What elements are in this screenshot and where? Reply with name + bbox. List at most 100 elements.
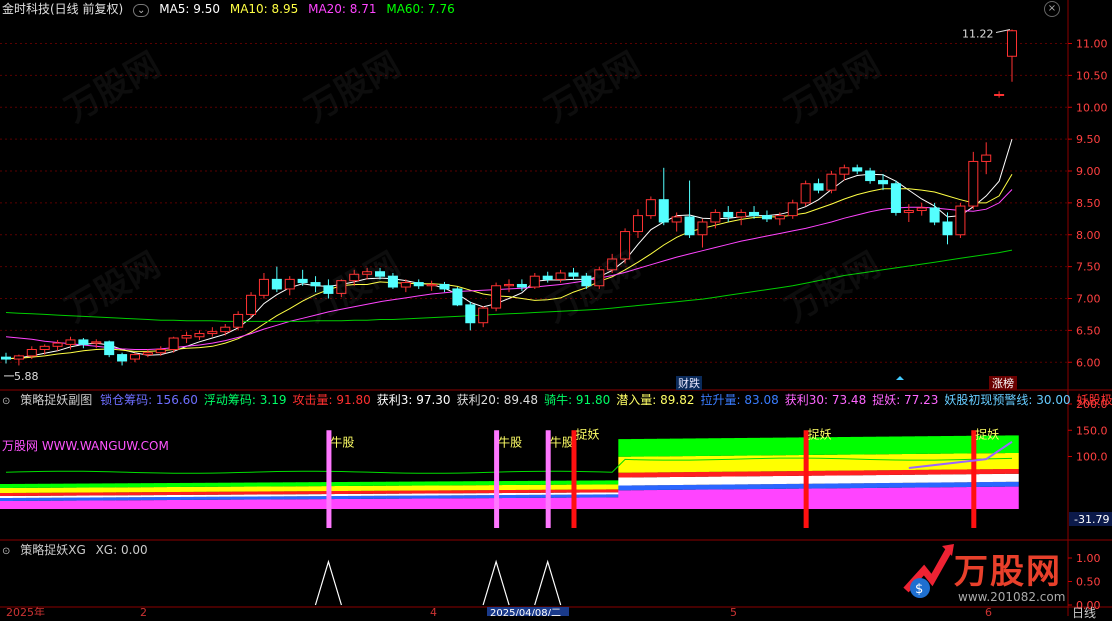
sub1-band xyxy=(63,483,78,488)
candle xyxy=(491,282,502,312)
sub1-band xyxy=(927,474,942,483)
period-label[interactable]: 日线 xyxy=(1072,604,1096,621)
candle-body xyxy=(1006,30,1018,57)
sub1-band xyxy=(682,476,697,485)
candle-body xyxy=(865,170,876,182)
y-tick-label: 6.00 xyxy=(1076,356,1101,369)
sub1-band xyxy=(399,498,413,509)
sub1-indicator-value: 浮动筹码: 3.19 xyxy=(203,393,287,407)
sub1-band xyxy=(528,484,542,490)
sub1-band xyxy=(695,484,710,490)
sub1-band xyxy=(644,438,658,457)
sub1-band xyxy=(811,470,826,476)
sub1-band xyxy=(553,484,568,490)
sub1-band xyxy=(373,490,387,494)
candle xyxy=(852,164,863,175)
sub1-band xyxy=(463,485,478,491)
sub1-band xyxy=(940,482,955,488)
sub1-band xyxy=(347,495,361,499)
sub2-title[interactable]: 策略捉妖XG xyxy=(20,543,86,557)
sub1-band xyxy=(128,497,142,501)
sub1-band xyxy=(128,495,142,498)
sub1-band xyxy=(773,476,787,485)
sub1-band xyxy=(579,489,594,493)
yao-label: 捉妖 xyxy=(575,426,599,441)
candle xyxy=(645,196,656,219)
candle xyxy=(1006,29,1018,82)
stock-title[interactable]: 金时科技(日线 前复权) xyxy=(2,2,123,16)
zhangbang-marker: 涨榜 xyxy=(992,376,1014,390)
chevron-down-icon[interactable]: ⌄ xyxy=(133,4,150,17)
candle xyxy=(929,202,940,226)
sub1-band xyxy=(244,486,258,492)
close-icon[interactable]: × xyxy=(1044,1,1060,17)
candle-body xyxy=(465,304,476,324)
sub1-band xyxy=(0,493,13,496)
candle-body xyxy=(594,269,605,287)
sub1-band xyxy=(708,484,723,490)
candle-body xyxy=(297,278,308,284)
candle xyxy=(349,269,360,286)
sub1-band xyxy=(721,489,736,509)
sub1-band xyxy=(89,500,104,509)
sub1-band xyxy=(1005,486,1019,509)
candle xyxy=(658,167,669,226)
candle xyxy=(607,253,618,273)
sub1-band xyxy=(437,495,452,499)
indicator-chevron-icon[interactable]: ⊙ xyxy=(2,396,10,407)
candle-body xyxy=(929,207,940,223)
candle xyxy=(375,267,386,280)
sub1-band xyxy=(450,490,465,494)
sub1-band xyxy=(721,438,736,456)
sub1-band xyxy=(515,484,529,490)
chart-canvas[interactable]: 6.00 6.50 7.00 7.50 8.00 8.50 9.00 9.50 10.00 10.… xyxy=(0,0,1112,616)
sub1-band xyxy=(811,454,826,471)
sub1-band xyxy=(154,495,168,498)
indicator-chevron-icon[interactable]: ⊙ xyxy=(2,546,10,557)
sub1-band xyxy=(128,487,142,493)
candle-body xyxy=(387,275,398,288)
sub1-band xyxy=(979,486,993,509)
sub1-band xyxy=(231,486,245,492)
sub1-band xyxy=(244,491,258,495)
sub1-band xyxy=(270,496,284,500)
sub1-band xyxy=(515,480,529,485)
sub1-band xyxy=(850,475,864,484)
sub1-band xyxy=(424,485,439,491)
y-tick-label: 8.50 xyxy=(1076,197,1101,210)
candle-body xyxy=(181,334,192,339)
sub1-band xyxy=(876,487,890,509)
candle xyxy=(129,352,140,363)
yao-bar xyxy=(571,430,577,528)
sub1-band xyxy=(179,486,194,492)
sub1-band xyxy=(373,498,387,509)
sub1-band xyxy=(657,472,671,478)
candle-body xyxy=(516,283,527,288)
ma10-label: MA10: 8.95 xyxy=(229,2,299,16)
sub1-band xyxy=(102,497,116,501)
candle-body xyxy=(439,283,450,290)
ma5-label: MA5: 9.50 xyxy=(159,2,221,16)
sub1-band xyxy=(914,436,929,454)
sub1-band xyxy=(424,495,439,499)
sub1-band xyxy=(386,490,400,494)
sub1-band xyxy=(76,492,91,496)
sub1-band xyxy=(734,437,748,456)
sub1-band xyxy=(231,496,245,500)
sub1-band xyxy=(37,487,52,493)
sub1-band xyxy=(773,471,787,477)
sub1-band xyxy=(605,480,619,485)
candle-body xyxy=(26,349,37,357)
candle-body xyxy=(52,342,63,347)
candle-body xyxy=(336,280,347,294)
sub1-band xyxy=(179,482,194,487)
sub1-band xyxy=(953,435,968,454)
sub1-band xyxy=(89,487,104,493)
sub1-band xyxy=(631,485,645,491)
sub1-band xyxy=(927,487,942,509)
sub1-title[interactable]: 策略捉妖副图 xyxy=(20,393,92,407)
sub1-band xyxy=(528,489,542,493)
sub1-band xyxy=(579,497,594,509)
sub1-band xyxy=(12,497,26,501)
sub1-band xyxy=(437,493,452,496)
